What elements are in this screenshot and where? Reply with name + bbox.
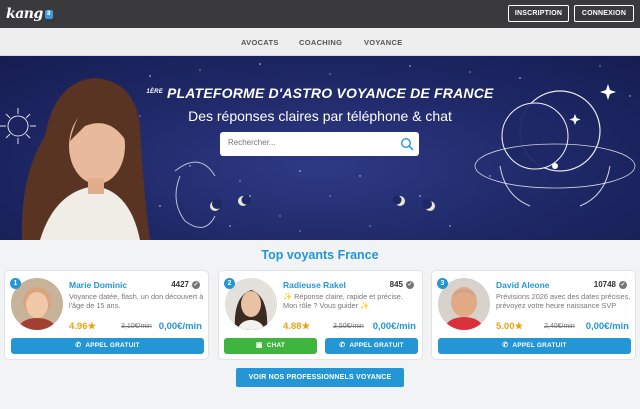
nav-item-voyance[interactable]: VOYANCE	[364, 38, 403, 47]
old-price: 2,40€/min	[544, 323, 575, 330]
rating-value: 4.96	[69, 321, 88, 332]
hero-title: 1ÈRE PLATEFORME D'ASTRO VOYANCE DE FRANC…	[0, 85, 640, 101]
psychic-name[interactable]: Marie Dominic	[69, 280, 127, 290]
new-price: 0,00€/min	[585, 321, 629, 332]
nav-bar: AVOCATS COACHING VOYANCE	[0, 28, 640, 56]
count-value: 10748	[593, 280, 616, 289]
hero-title-sup: 1ÈRE	[146, 89, 163, 95]
moon-phases-decoration	[210, 195, 435, 211]
rating: 4.96★	[69, 321, 96, 332]
inscription-button[interactable]: INSCRIPTION	[508, 5, 569, 22]
rating: 4.88★	[283, 321, 310, 332]
psychic-description: Voyance datée, flash, un don découvert à…	[69, 292, 204, 310]
rating: 5.00★	[496, 321, 523, 332]
verified-icon: ✓	[192, 280, 200, 289]
psychic-name[interactable]: Radieuse Rakel	[283, 280, 346, 290]
search-icon[interactable]	[400, 137, 414, 151]
psychic-description: ✨ Réponse claire, rapide et précise. Mon…	[283, 292, 403, 310]
star-icon: ★	[87, 321, 97, 332]
old-price: 3,10€/min	[121, 323, 152, 330]
call-free-label: APPEL GRATUIT	[349, 342, 404, 349]
psychic-card[interactable]: 1 Marie Dominic 4427 ✓ Voyance datée, fla…	[4, 270, 209, 360]
rank-badge: 2	[224, 278, 235, 289]
top-bar: kang 8 INSCRIPTION CONNEXION	[0, 0, 640, 28]
consultation-count: 10748 ✓	[594, 280, 627, 289]
search-box[interactable]	[220, 132, 419, 156]
page-bottom	[0, 400, 640, 409]
phone-icon: ✆	[502, 342, 509, 349]
phone-icon: ✆	[75, 342, 82, 349]
chat-button[interactable]: ▣ CHAT	[224, 338, 317, 354]
star-icon: ★	[301, 321, 311, 332]
call-free-button[interactable]: ✆ APPEL GRATUIT	[438, 338, 631, 354]
hero-woman-image	[21, 78, 150, 240]
new-price: 0,00€/min	[158, 321, 202, 332]
logo-text: kang	[6, 6, 43, 22]
section-title: Top voyants France	[261, 248, 379, 262]
connexion-button[interactable]: CONNEXION	[574, 5, 634, 22]
site-logo[interactable]: kang 8	[6, 4, 53, 24]
count-value: 4427	[171, 280, 189, 289]
call-free-button[interactable]: ✆ APPEL GRATUIT	[11, 338, 204, 354]
star-icon: ★	[514, 321, 524, 332]
face-lineart-decoration	[174, 161, 216, 228]
rating-value: 4.88	[283, 321, 302, 332]
psychic-name[interactable]: David Aleone	[496, 280, 550, 290]
new-price: 0,00€/min	[372, 321, 416, 332]
hero-title-text: PLATEFORME D'ASTRO VOYANCE DE FRANCE	[167, 85, 494, 101]
see-professionals-button[interactable]: VOIR NOS PROFESSIONNELS VOYANCE	[236, 368, 404, 387]
chat-icon: ▣	[255, 342, 263, 349]
nav-item-avocats[interactable]: AVOCATS	[241, 38, 279, 47]
phone-icon: ✆	[339, 342, 346, 349]
hero-subtitle: Des réponses claires par téléphone & cha…	[188, 108, 452, 124]
verified-icon: ✓	[619, 280, 627, 289]
logo-badge: 8	[44, 9, 53, 19]
verified-icon: ✓	[406, 280, 414, 289]
psychic-card[interactable]: 2 Radieuse Rakel 845 ✓ ✨ Réponse claire, …	[218, 270, 423, 360]
consultation-count: 4427 ✓	[171, 280, 200, 289]
rank-badge: 1	[10, 278, 21, 289]
count-value: 845	[389, 280, 403, 289]
call-free-label: APPEL GRATUIT	[85, 342, 140, 349]
nav-item-coaching[interactable]: COACHING	[299, 38, 342, 47]
rating-value: 5.00	[496, 321, 515, 332]
rank-badge: 3	[437, 278, 448, 289]
psychic-card[interactable]: 3 David Aleone 10748 ✓ Prévisions 2026 av…	[431, 270, 636, 360]
crescent-moon-decoration	[474, 84, 636, 207]
call-free-button[interactable]: ✆ APPEL GRATUIT	[325, 338, 418, 354]
consultation-count: 845 ✓	[390, 280, 414, 289]
chat-label: CHAT	[266, 342, 286, 349]
old-price: 3,50€/min	[333, 323, 364, 330]
call-free-label: APPEL GRATUIT	[512, 342, 567, 349]
psychic-description: Prévisions 2026 avec des dates précises,…	[496, 292, 631, 310]
search-input[interactable]	[228, 138, 388, 147]
hero-banner: 1ÈRE PLATEFORME D'ASTRO VOYANCE DE FRANC…	[0, 56, 640, 240]
